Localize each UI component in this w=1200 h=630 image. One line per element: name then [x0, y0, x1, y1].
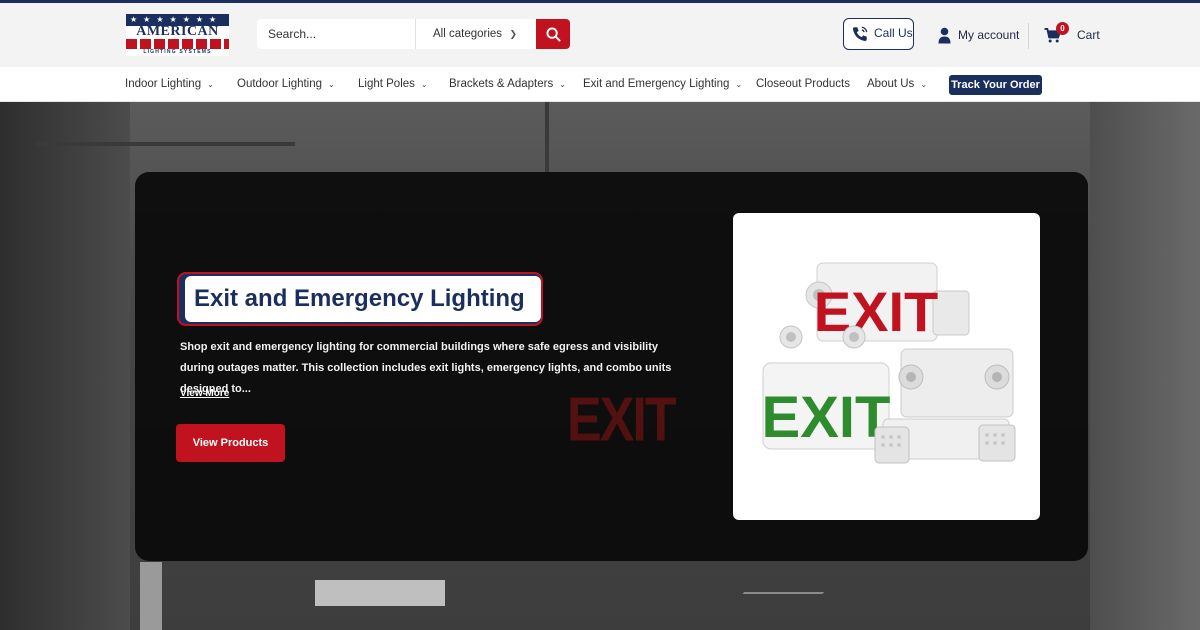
chevron-down-icon: ⌄ [735, 80, 743, 89]
cart-count-badge: 0 [1056, 22, 1069, 35]
search-input[interactable] [257, 19, 415, 49]
nav-item-label: Exit and Emergency Lighting [583, 78, 730, 90]
product-sign-green: EXIT [762, 385, 891, 450]
chevron-down-icon: ⌄ [920, 80, 928, 89]
category-select-label: All categories [433, 28, 503, 40]
view-more-link[interactable]: View More [180, 388, 229, 399]
hero-banner: EXIT Exit and Emergency Lighting Shop ex… [135, 172, 1088, 561]
view-products-button[interactable]: View Products [176, 424, 285, 462]
nav-item-label: Outdoor Lighting [237, 78, 323, 90]
chevron-down-icon: ⌄ [420, 80, 428, 89]
search-icon [545, 26, 561, 42]
nav-item-closeout[interactable]: Closeout Products [756, 67, 850, 102]
search-bar: All categories ❯ [257, 19, 570, 49]
search-button[interactable] [536, 19, 570, 49]
exit-sign-product-illustration: EXIT EXIT [762, 262, 1016, 464]
my-account-label: My account [958, 28, 1020, 42]
chevron-down-icon: ❯ [509, 29, 517, 39]
hero-bg-wall-right [1090, 102, 1200, 630]
product-sign-red: EXIT [814, 280, 938, 343]
hero-bg-pillar [140, 562, 162, 630]
phone-icon [851, 25, 869, 54]
cart-label: Cart [1077, 28, 1100, 42]
nav-item-label: About Us [867, 78, 915, 90]
hero-bg-ceiling-light [315, 580, 445, 606]
logo-tagline: LIGHTING SYSTEMS [143, 49, 212, 55]
main-nav: Indoor Lighting ⌄ Outdoor Lighting ⌄ Light… [0, 67, 1200, 102]
track-order-button[interactable]: Track Your Order [949, 75, 1042, 95]
call-us-button[interactable]: Call Us [843, 18, 914, 50]
hero-title-frame: Exit and Emergency Lighting [177, 272, 543, 326]
logo-wordmark: AMERICAN [136, 24, 219, 39]
category-select[interactable]: All categories ❯ [416, 19, 535, 49]
nav-item-brackets-adapters[interactable]: Brackets & Adapters ⌄ [449, 67, 566, 102]
nav-item-exit-emergency[interactable]: Exit and Emergency Lighting ⌄ [583, 67, 742, 102]
nav-item-label: Indoor Lighting [125, 78, 202, 90]
nav-item-label: Light Poles [358, 78, 415, 90]
cart-link[interactable]: 0 Cart [1044, 22, 1100, 46]
chevron-down-icon: ⌄ [559, 80, 566, 89]
chevron-down-icon: ⌄ [207, 80, 214, 89]
nav-item-outdoor-lighting[interactable]: Outdoor Lighting ⌄ [237, 67, 335, 102]
hero-title: Exit and Emergency Lighting [185, 276, 541, 322]
nav-item-light-poles[interactable]: Light Poles ⌄ [358, 67, 428, 102]
hero-bg-wall-left [0, 102, 130, 630]
site-header: ★★★★★★★ AMERICAN LIGHTING SYSTEMS All ca… [0, 3, 1200, 67]
brand-logo[interactable]: ★★★★★★★ AMERICAN LIGHTING SYSTEMS [126, 14, 229, 56]
nav-item-indoor-lighting[interactable]: Indoor Lighting ⌄ [125, 67, 214, 102]
user-icon [938, 27, 951, 49]
nav-item-label: Closeout Products [756, 78, 850, 90]
logo-stripes [126, 39, 229, 49]
header-divider [1028, 23, 1029, 49]
hero-bg-ceiling-beam [545, 102, 549, 172]
hero-bg-ceiling-beam [35, 142, 295, 146]
nav-item-label: Brackets & Adapters [449, 78, 554, 90]
hero-bg-stair-rail [715, 592, 825, 630]
call-us-label: Call Us [874, 26, 913, 40]
product-image: EXIT EXIT [733, 213, 1040, 520]
hero-description: Shop exit and emergency lighting for com… [180, 341, 672, 395]
chevron-down-icon: ⌄ [328, 80, 335, 89]
my-account-link[interactable]: My account [938, 26, 1019, 46]
nav-item-about-us[interactable]: About Us ⌄ [867, 67, 927, 102]
